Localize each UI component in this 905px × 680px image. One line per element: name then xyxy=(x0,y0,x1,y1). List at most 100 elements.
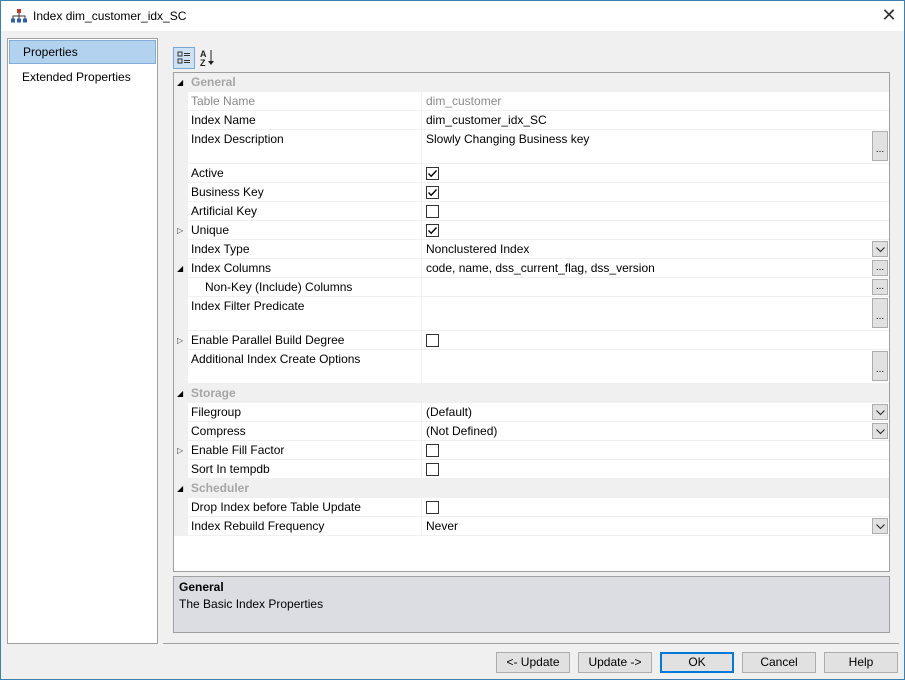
collapse-triangle-icon[interactable]: ◢ xyxy=(177,389,183,398)
index-columns-field[interactable]: code, name, dss_current_flag, dss_versio… xyxy=(421,259,889,277)
property-row-filter-predicate[interactable]: Index Filter Predicate ... xyxy=(174,297,889,331)
property-label: Table Name xyxy=(191,94,256,108)
parallel-build-checkbox[interactable] xyxy=(426,334,439,347)
expand-triangle-icon[interactable]: ▷ xyxy=(177,446,183,455)
dialog-window: Index dim_customer_idx_SC ✕ Properties E… xyxy=(0,0,905,680)
property-row-fill-factor[interactable]: ▷ Enable Fill Factor xyxy=(174,441,889,460)
property-value: code, name, dss_current_flag, dss_versio… xyxy=(426,261,655,275)
dropdown-button[interactable] xyxy=(872,423,888,439)
property-label: Enable Parallel Build Degree xyxy=(191,333,345,347)
property-row-index-columns[interactable]: ◢ Index Columns code, name, dss_current_… xyxy=(174,259,889,278)
property-label: Active xyxy=(191,166,224,180)
business-key-checkbox[interactable] xyxy=(426,186,439,199)
help-button[interactable]: Help xyxy=(824,652,898,673)
property-row-artificial-key[interactable]: Artificial Key xyxy=(174,202,889,221)
property-label: Index Type xyxy=(191,242,250,256)
property-grid: ◢ General Table Name dim_customer Index … xyxy=(173,72,890,572)
property-value: Slowly Changing Business key xyxy=(426,132,590,146)
expand-triangle-icon[interactable]: ▷ xyxy=(177,336,183,345)
property-row-drop-index[interactable]: Drop Index before Table Update xyxy=(174,498,889,517)
index-name-field[interactable]: dim_customer_idx_SC xyxy=(421,111,889,129)
artificial-key-checkbox[interactable] xyxy=(426,205,439,218)
nav-panel: Properties Extended Properties xyxy=(7,38,158,644)
help-title: General xyxy=(179,580,224,594)
property-value: (Default) xyxy=(426,405,473,419)
chevron-down-icon xyxy=(876,429,885,435)
sort-tempdb-checkbox[interactable] xyxy=(426,463,439,476)
cancel-button[interactable]: Cancel xyxy=(742,652,816,673)
property-row-index-description[interactable]: Index Description Slowly Changing Busine… xyxy=(174,130,889,164)
property-label: Compress xyxy=(191,424,246,438)
property-label: Additional Index Create Options xyxy=(191,352,361,366)
close-button[interactable]: ✕ xyxy=(874,1,904,31)
dropdown-button[interactable] xyxy=(872,404,888,420)
window-title: Index dim_customer_idx_SC xyxy=(33,9,187,23)
alphabetical-sort-icon: A Z xyxy=(200,49,214,68)
filter-predicate-field[interactable]: ... xyxy=(421,297,889,330)
property-row-parallel-build[interactable]: ▷ Enable Parallel Build Degree xyxy=(174,331,889,350)
update-previous-button[interactable]: <- Update xyxy=(496,652,570,673)
divider xyxy=(163,643,899,644)
index-description-field[interactable]: Slowly Changing Business key ... xyxy=(421,130,889,163)
property-row-compress[interactable]: Compress (Not Defined) xyxy=(174,422,889,441)
nav-item-properties[interactable]: Properties xyxy=(9,40,156,64)
property-label: Index Filter Predicate xyxy=(191,299,305,313)
active-checkbox[interactable] xyxy=(426,167,439,180)
nonkey-columns-field[interactable]: ... xyxy=(421,278,889,296)
index-description-ellipsis-button[interactable]: ... xyxy=(872,131,888,161)
close-icon: ✕ xyxy=(881,5,897,25)
svg-text:Z: Z xyxy=(200,58,206,68)
property-row-sort-tempdb[interactable]: Sort In tempdb xyxy=(174,460,889,479)
property-label: Index Description xyxy=(191,132,284,146)
property-row-index-type[interactable]: Index Type Nonclustered Index xyxy=(174,240,889,259)
property-label: Filegroup xyxy=(191,405,242,419)
collapse-triangle-icon[interactable]: ◢ xyxy=(177,78,183,87)
checkmark-icon xyxy=(428,170,438,178)
category-label: General xyxy=(191,75,236,89)
nav-item-extended-properties[interactable]: Extended Properties xyxy=(9,65,156,89)
expand-triangle-icon[interactable]: ▷ xyxy=(177,226,183,235)
category-label: Storage xyxy=(191,386,236,400)
index-type-dropdown[interactable]: Nonclustered Index xyxy=(421,240,889,258)
property-label: Artificial Key xyxy=(191,204,258,218)
additional-options-field[interactable]: ... xyxy=(421,350,889,383)
filegroup-dropdown[interactable]: (Default) xyxy=(421,403,889,421)
property-label: Non-Key (Include) Columns xyxy=(205,280,353,294)
collapse-triangle-icon[interactable]: ◢ xyxy=(177,264,183,273)
property-row-active[interactable]: Active xyxy=(174,164,889,183)
additional-options-ellipsis-button[interactable]: ... xyxy=(872,351,888,381)
property-row-unique[interactable]: ▷ Unique xyxy=(174,221,889,240)
property-label: Sort In tempdb xyxy=(191,462,270,476)
index-columns-ellipsis-button[interactable]: ... xyxy=(872,260,888,276)
property-row-nonkey-columns[interactable]: Non-Key (Include) Columns ... xyxy=(174,278,889,297)
help-description: The Basic Index Properties xyxy=(179,597,324,611)
property-row-business-key[interactable]: Business Key xyxy=(174,183,889,202)
fill-factor-checkbox[interactable] xyxy=(426,444,439,457)
property-label: Drop Index before Table Update xyxy=(191,500,361,514)
category-scheduler[interactable]: ◢ Scheduler xyxy=(174,479,889,498)
filter-predicate-ellipsis-button[interactable]: ... xyxy=(872,298,888,328)
property-value: Never xyxy=(426,519,459,533)
property-row-additional-options[interactable]: Additional Index Create Options ... xyxy=(174,350,889,384)
alphabetical-sort-button[interactable]: A Z xyxy=(197,47,219,69)
ok-button[interactable]: OK xyxy=(660,652,734,673)
property-row-table-name[interactable]: Table Name dim_customer xyxy=(174,92,889,111)
collapse-triangle-icon[interactable]: ◢ xyxy=(177,484,183,493)
dropdown-button[interactable] xyxy=(872,241,888,257)
update-next-button[interactable]: Update -> xyxy=(578,652,652,673)
drop-index-checkbox[interactable] xyxy=(426,501,439,514)
property-label: Unique xyxy=(191,223,230,237)
property-row-filegroup[interactable]: Filegroup (Default) xyxy=(174,403,889,422)
property-label: Index Rebuild Frequency xyxy=(191,519,325,533)
categorized-view-button[interactable] xyxy=(173,47,195,69)
dropdown-button[interactable] xyxy=(872,518,888,534)
category-storage[interactable]: ◢ Storage xyxy=(174,384,889,403)
property-value: (Not Defined) xyxy=(426,424,498,438)
compress-dropdown[interactable]: (Not Defined) xyxy=(421,422,889,440)
rebuild-frequency-dropdown[interactable]: Never xyxy=(421,517,889,535)
nonkey-columns-ellipsis-button[interactable]: ... xyxy=(872,279,888,295)
property-row-index-name[interactable]: Index Name dim_customer_idx_SC xyxy=(174,111,889,130)
unique-checkbox[interactable] xyxy=(426,224,439,237)
property-row-rebuild-frequency[interactable]: Index Rebuild Frequency Never xyxy=(174,517,889,536)
category-general[interactable]: ◢ General xyxy=(174,73,889,92)
